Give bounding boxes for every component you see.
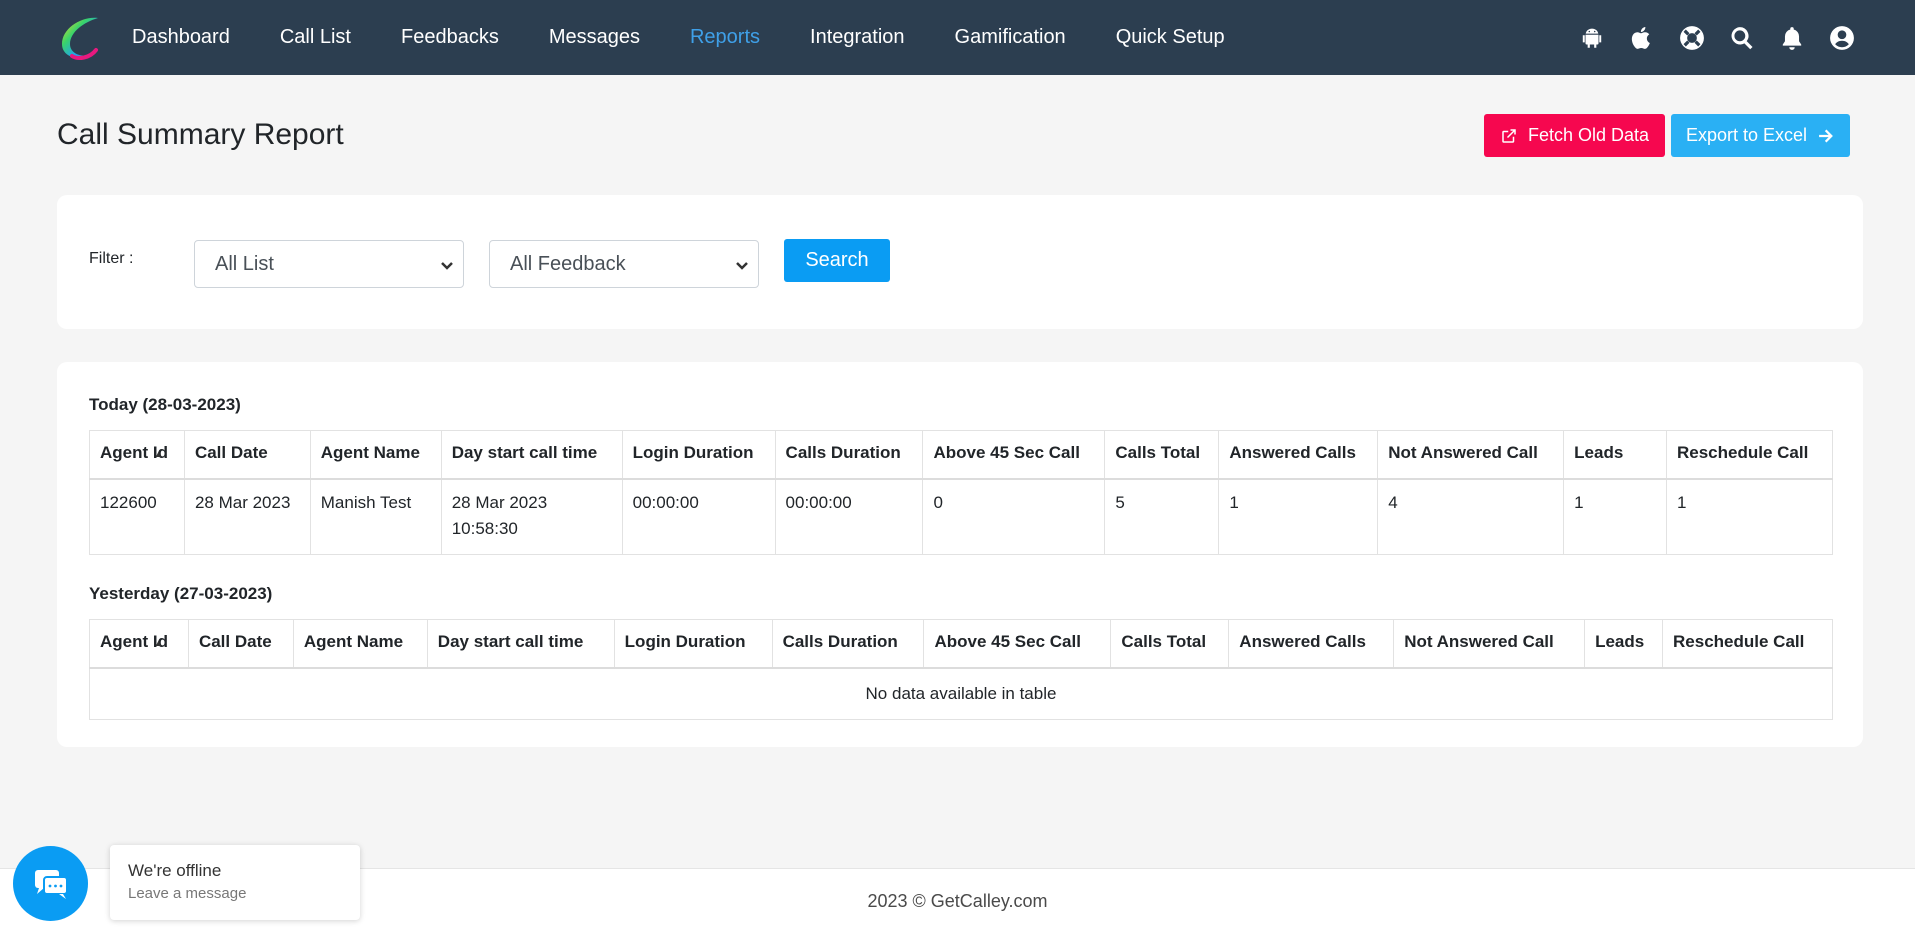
feedback-select-value: All Feedback <box>510 252 626 275</box>
external-link-icon <box>1502 128 1516 143</box>
cell-call-date: 28 Mar 2023 <box>183 478 311 555</box>
search-button[interactable]: Search <box>784 239 890 282</box>
feedback-select[interactable]: All Feedback <box>489 240 759 288</box>
column-header-calls-total[interactable]: Calls Total <box>1104 430 1220 480</box>
app-logo[interactable] <box>54 12 106 64</box>
column-header-calls-duration[interactable]: Calls Duration <box>771 619 925 669</box>
nav-dashboard[interactable]: Dashboard <box>132 26 230 49</box>
column-header-reschedule-call[interactable]: Reschedule Call <box>1662 619 1833 669</box>
report-card: Today (28-03-2023) Agent Id ▲ Call Date A… <box>57 362 1863 747</box>
export-to-excel-button[interactable]: Export to Excel <box>1671 114 1850 157</box>
chevron-down-icon <box>439 256 455 272</box>
cell-leads: 1 <box>1563 478 1667 555</box>
yesterday-table: Agent Id ▲ Call Date Agent Name Day start… <box>89 619 1833 720</box>
nav-icon-group <box>1555 0 1855 75</box>
today-section-title: Today (28-03-2023) <box>89 395 241 414</box>
android-icon[interactable] <box>1579 25 1605 51</box>
cell-reschedule-call: 1 <box>1665 478 1834 555</box>
chat-offline-title: We're offline <box>128 861 222 880</box>
column-header-day-start-call-time[interactable]: Day start call time <box>426 619 615 669</box>
cell-calls-total: 5 <box>1104 478 1220 555</box>
cell-agent-name: Manish Test <box>309 478 442 555</box>
cell-not-answered-call: 4 <box>1377 478 1565 555</box>
nav-messages[interactable]: Messages <box>549 26 640 49</box>
column-header-agent-name[interactable]: Agent Name <box>292 619 428 669</box>
cell-agent-id: 122600 <box>89 478 185 555</box>
empty-table-message: No data available in table <box>89 667 1833 720</box>
column-header-calls-duration[interactable]: Calls Duration <box>774 430 924 480</box>
day-start-date: 28 Mar 2023 <box>451 492 548 512</box>
cell-answered-calls: 1 <box>1218 478 1379 555</box>
column-header-login-duration[interactable]: Login Duration <box>621 430 776 480</box>
page-title: Call Summary Report <box>57 118 344 151</box>
column-header-leads[interactable]: Leads <box>1584 619 1664 669</box>
filter-label: Filter : <box>89 250 134 267</box>
column-header-login-duration[interactable]: Login Duration <box>613 619 773 669</box>
column-header-reschedule-call[interactable]: Reschedule Call <box>1665 430 1834 480</box>
user-icon[interactable] <box>1829 25 1855 51</box>
nav-quick-setup[interactable]: Quick Setup <box>1116 26 1225 49</box>
export-to-excel-label: Export to Excel <box>1685 125 1808 145</box>
list-select-value: All List <box>215 252 274 275</box>
fetch-old-data-button[interactable]: Fetch Old Data <box>1484 114 1665 157</box>
table-row: 122600 28 Mar 2023 Manish Test 28 Mar 20… <box>89 478 1834 555</box>
search-icon[interactable] <box>1729 25 1755 51</box>
fetch-old-data-label: Fetch Old Data <box>1527 125 1650 145</box>
cell-calls-duration: 00:00:00 <box>774 478 924 555</box>
apple-icon[interactable] <box>1629 25 1655 51</box>
column-header-agent-id[interactable]: Agent Id ▲ <box>89 619 189 669</box>
column-header-above-45-sec-call[interactable]: Above 45 Sec Call <box>923 619 1112 669</box>
column-header-call-date[interactable]: Call Date <box>183 430 311 480</box>
list-select[interactable]: All List <box>194 240 464 288</box>
cell-day-start-call-time: 28 Mar 2023 10:58:30 <box>440 478 623 555</box>
sort-icon: ▲ <box>154 449 163 459</box>
cell-above-45-sec-call: 0 <box>922 478 1106 555</box>
column-header-not-answered-call[interactable]: Not Answered Call <box>1393 619 1586 669</box>
filter-card: Filter : All List All Feedback Search <box>57 195 1863 329</box>
arrow-right-icon <box>1819 129 1833 142</box>
today-table: Agent Id ▲ Call Date Agent Name Day start… <box>89 430 1834 555</box>
column-header-above-45-sec-call[interactable]: Above 45 Sec Call <box>922 430 1106 480</box>
nav-gamification[interactable]: Gamification <box>955 26 1066 49</box>
sort-icon: ▲ <box>154 638 163 648</box>
column-header-call-date[interactable]: Call Date <box>187 619 294 669</box>
column-header-calls-total[interactable]: Calls Total <box>1110 619 1230 669</box>
chat-offline-card[interactable]: We're offline Leave a message <box>110 845 360 920</box>
column-header-day-start-call-time[interactable]: Day start call time <box>440 430 623 480</box>
chat-launcher-button[interactable] <box>13 846 88 921</box>
column-header-agent-id[interactable]: Agent Id ▲ <box>89 430 185 480</box>
support-icon[interactable] <box>1679 25 1705 51</box>
yesterday-section-title: Yesterday (27-03-2023) <box>89 584 273 603</box>
chevron-down-icon <box>734 256 750 272</box>
nav-reports[interactable]: Reports <box>690 26 760 49</box>
nav-integration[interactable]: Integration <box>810 26 905 49</box>
table-header-row: Agent Id ▲ Call Date Agent Name Day start… <box>89 430 1834 480</box>
column-header-agent-name[interactable]: Agent Name <box>309 430 442 480</box>
column-header-leads[interactable]: Leads <box>1563 430 1667 480</box>
bell-icon[interactable] <box>1779 25 1805 51</box>
logo-icon <box>62 17 98 60</box>
nav-call-list[interactable]: Call List <box>280 26 351 49</box>
column-header-answered-calls[interactable]: Answered Calls <box>1218 430 1379 480</box>
chat-leave-message: Leave a message <box>128 885 247 902</box>
table-header-row: Agent Id ▲ Call Date Agent Name Day start… <box>89 619 1833 669</box>
table-row: No data available in table <box>89 667 1833 720</box>
cell-login-duration: 00:00:00 <box>621 478 776 555</box>
day-start-time: 10:58:30 <box>451 518 518 538</box>
column-header-answered-calls[interactable]: Answered Calls <box>1228 619 1395 669</box>
chat-icon <box>34 869 68 899</box>
nav-feedbacks[interactable]: Feedbacks <box>401 26 499 49</box>
nav-menu: Dashboard Call List Feedbacks Messages R… <box>132 0 1275 75</box>
column-header-not-answered-call[interactable]: Not Answered Call <box>1377 430 1565 480</box>
top-navbar: Dashboard Call List Feedbacks Messages R… <box>0 0 1915 75</box>
